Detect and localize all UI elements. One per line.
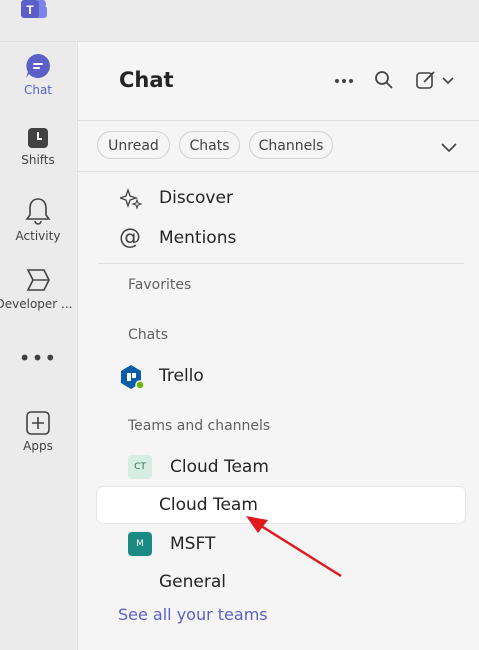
rail-activity-label: Activity (15, 229, 61, 243)
title-bar: T (0, 0, 479, 42)
filter-chats[interactable]: Chats (179, 131, 240, 159)
more-apps-icon[interactable]: ••• (0, 346, 76, 370)
channel-name: General (159, 572, 226, 592)
at-mention-icon: @ (119, 225, 141, 250)
add-apps-icon (26, 411, 50, 435)
team-name: MSFT (170, 534, 216, 554)
team-avatar: M (128, 532, 152, 556)
new-chat-icon[interactable] (415, 70, 457, 90)
teams-logo-icon: T (21, 0, 47, 18)
app-rail: Chat Shifts Activity Developer ... ••• A… (0, 42, 76, 650)
rail-shifts-label: Shifts (21, 153, 55, 167)
more-options-icon[interactable] (334, 78, 354, 84)
svg-text:T: T (26, 3, 34, 17)
clock-icon (28, 128, 48, 148)
channel-name: Cloud Team (159, 495, 258, 515)
divider (98, 263, 464, 264)
page-title: Chat (119, 68, 174, 92)
teams-header[interactable]: Teams and channels (128, 418, 270, 434)
rail-developer[interactable]: Developer ... (0, 266, 76, 311)
search-icon[interactable] (374, 70, 394, 90)
rail-apps-label: Apps (23, 439, 53, 453)
chats-header[interactable]: Chats (128, 327, 168, 343)
rail-chat[interactable]: Chat (0, 52, 76, 97)
rail-activity[interactable]: Activity (0, 196, 76, 243)
chat-name: Trello (159, 366, 204, 386)
chat-panel: Chat Unread Chats Channels Discover @ Me… (77, 42, 479, 650)
discover-label: Discover (159, 188, 233, 208)
filter-channels[interactable]: Channels (249, 131, 333, 159)
rail-apps[interactable]: Apps (0, 410, 76, 453)
team-name: Cloud Team (170, 457, 269, 477)
rail-chat-label: Chat (23, 83, 53, 97)
filter-bar: Unread Chats Channels (78, 120, 479, 172)
rail-developer-label: Developer ... (0, 297, 73, 311)
mentions-label: Mentions (159, 228, 237, 248)
rail-shifts[interactable]: Shifts (0, 126, 76, 167)
chat-icon (26, 54, 50, 78)
channel-item-selected[interactable]: Cloud Team (97, 487, 465, 523)
developer-portal-icon (26, 269, 50, 291)
sparkle-icon (120, 188, 142, 210)
trello-avatar-icon (121, 365, 145, 390)
team-avatar: CT (128, 455, 152, 479)
chevron-down-icon[interactable] (440, 141, 458, 153)
filter-unread[interactable]: Unread (97, 131, 170, 159)
favorites-header[interactable]: Favorites (128, 277, 191, 293)
bell-icon (25, 198, 51, 225)
see-all-teams-link[interactable]: See all your teams (118, 605, 268, 624)
